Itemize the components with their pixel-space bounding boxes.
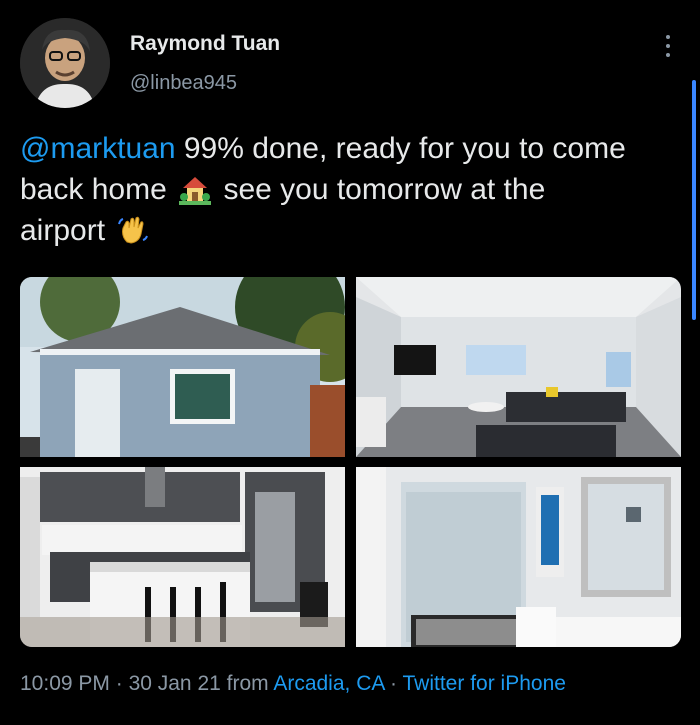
tweet-time[interactable]: 10:09 PM	[20, 672, 110, 695]
house-with-garden-emoji-icon	[179, 177, 212, 205]
photo-exterior-house[interactable]	[20, 277, 345, 457]
exterior-house-image	[20, 277, 345, 457]
scrollbar[interactable]	[692, 80, 696, 320]
tweet-text-line3: airport	[20, 214, 106, 247]
tweet-date[interactable]: 30 Jan 21	[129, 672, 221, 695]
waving-hand-emoji-icon	[118, 216, 149, 244]
living-room-image	[356, 277, 681, 457]
media-grid	[20, 277, 681, 647]
mention-link[interactable]: @marktuan	[20, 132, 176, 165]
meta-separator: ·	[384, 672, 403, 695]
display-name[interactable]: Raymond Tuan	[130, 32, 280, 56]
bathroom-image	[356, 467, 681, 647]
tweet-header: Raymond Tuan @linbea945	[20, 18, 680, 108]
client-link[interactable]: Twitter for iPhone	[403, 672, 566, 695]
user-handle[interactable]: @linbea945	[130, 72, 237, 95]
avatar-image	[20, 18, 110, 108]
meta-separator: ·	[109, 672, 129, 695]
tweet-text-line2a: back home	[20, 173, 167, 206]
meta-from-label: from	[220, 672, 274, 695]
more-options-icon[interactable]	[664, 32, 672, 62]
kitchen-image	[20, 467, 345, 647]
tweet-text-line1: 99% done, ready for you to come	[175, 132, 626, 165]
location-link[interactable]: Arcadia, CA	[273, 672, 384, 695]
photo-bathroom[interactable]	[356, 467, 681, 647]
avatar[interactable]	[20, 18, 110, 108]
tweet-text: @marktuan 99% done, ready for you to com…	[20, 128, 680, 251]
tweet-text-line2b: see you tomorrow at the	[223, 173, 546, 206]
photo-living-room[interactable]	[356, 277, 681, 457]
tweet-metadata: 10:09 PM · 30 Jan 21 from Arcadia, CA · …	[20, 672, 566, 696]
photo-kitchen[interactable]	[20, 467, 345, 647]
